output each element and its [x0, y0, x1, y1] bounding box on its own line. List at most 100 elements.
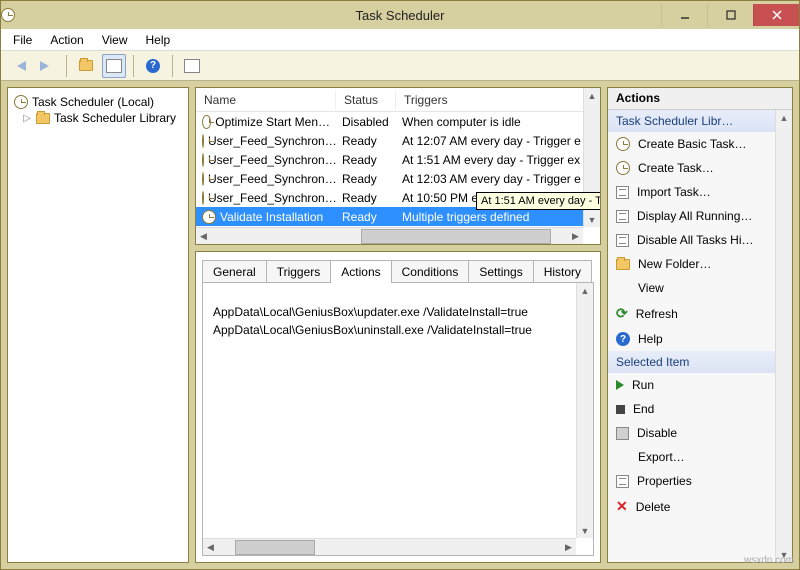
task-status: Ready [336, 172, 396, 186]
table-row[interactable]: User_Feed_Synchron…ReadyAt 12:07 AM ever… [196, 131, 600, 150]
actions-vscroll[interactable]: ▲ ▼ [775, 110, 792, 562]
scroll-right-icon[interactable]: ▶ [568, 229, 583, 244]
scroll-left-icon[interactable]: ◀ [196, 229, 211, 244]
app-window: Task Scheduler File Action View Help ? T… [0, 0, 800, 570]
action-delete[interactable]: ✕Delete [608, 493, 792, 520]
table-row[interactable]: Optimize Start Men…DisabledWhen computer… [196, 112, 600, 131]
tree-root[interactable]: Task Scheduler (Local) [12, 94, 184, 110]
scroll-left-icon[interactable]: ◀ [203, 540, 218, 555]
tab-conditions[interactable]: Conditions [391, 260, 470, 283]
action-refresh[interactable]: ⟳Refresh [608, 300, 792, 327]
tab-history[interactable]: History [533, 260, 592, 283]
menu-view[interactable]: View [94, 31, 136, 49]
history-icon [616, 234, 629, 247]
up-button[interactable] [74, 54, 98, 78]
task-icon [202, 115, 211, 129]
scroll-up-icon[interactable]: ▲ [777, 110, 792, 125]
menubar: File Action View Help [1, 29, 799, 51]
pane-icon [106, 59, 122, 73]
actions-section-selected[interactable]: Selected Item [608, 351, 792, 373]
actions-section-library[interactable]: Task Scheduler Libr… [608, 110, 792, 132]
action-create-basic-task[interactable]: Create Basic Task… [608, 132, 792, 156]
task-status: Ready [336, 191, 396, 205]
toolbar-separator [172, 55, 173, 77]
disable-icon [616, 427, 629, 440]
task-status: Ready [336, 153, 396, 167]
hscroll-thumb[interactable] [361, 229, 551, 244]
tree-expand-icon[interactable]: ▷ [22, 113, 32, 124]
tree-library[interactable]: ▷ Task Scheduler Library [12, 110, 184, 126]
tab-settings[interactable]: Settings [468, 260, 533, 283]
app-icon [1, 8, 15, 22]
watermark: wsxdn.com [744, 555, 794, 566]
properties-icon [616, 475, 629, 488]
arrow-left-icon [12, 61, 26, 71]
titlebar: Task Scheduler [1, 1, 799, 29]
list-icon [616, 210, 629, 223]
scroll-down-icon[interactable]: ▼ [578, 523, 593, 538]
col-name[interactable]: Name [196, 91, 336, 109]
scroll-down-icon[interactable]: ▼ [585, 212, 600, 227]
detail-hscroll[interactable]: ◀ ▶ [203, 538, 576, 555]
refresh-icon: ⟳ [616, 305, 628, 322]
scroll-right-icon[interactable]: ▶ [561, 540, 576, 555]
tab-general[interactable]: General [202, 260, 267, 283]
action-new-folder[interactable]: New Folder… [608, 252, 792, 276]
action-properties[interactable]: Properties [608, 469, 792, 493]
action-end[interactable]: End [608, 397, 792, 421]
action-display-running[interactable]: Display All Running… [608, 204, 792, 228]
play-icon [616, 380, 624, 390]
actions-header: Actions [608, 88, 792, 110]
col-status[interactable]: Status [336, 91, 396, 109]
action-disable-history[interactable]: Disable All Tasks Hi… [608, 228, 792, 252]
table-row[interactable]: User_Feed_Synchron…ReadyAt 1:51 AM every… [196, 150, 600, 169]
action-line[interactable]: AppData\Local\GeniusBox\uninstall.exe /V… [213, 321, 583, 339]
arrow-right-icon [40, 61, 54, 71]
toolbar-separator [133, 55, 134, 77]
action-import-task[interactable]: Import Task… [608, 180, 792, 204]
show-actions-button[interactable] [102, 54, 126, 78]
action-export[interactable]: Export… [608, 445, 792, 469]
hscroll-thumb[interactable] [235, 540, 315, 555]
folder-icon [36, 113, 50, 124]
maximize-button[interactable] [707, 4, 753, 26]
menu-action[interactable]: Action [42, 31, 91, 49]
scroll-up-icon[interactable]: ▲ [578, 283, 593, 298]
action-create-task[interactable]: Create Task… [608, 156, 792, 180]
col-triggers[interactable]: Triggers [396, 91, 600, 109]
action-line[interactable]: AppData\Local\GeniusBox\updater.exe /Val… [213, 303, 583, 321]
task-icon [202, 134, 204, 148]
action-help[interactable]: ?Help [608, 327, 792, 351]
scheduler-icon [14, 95, 28, 109]
task-trigger: At 12:07 AM every day - Trigger e [396, 134, 600, 148]
help-button[interactable]: ? [141, 54, 165, 78]
nav-forward-button[interactable] [35, 54, 59, 78]
task-name: User_Feed_Synchron… [208, 134, 336, 148]
task-icon [202, 191, 204, 205]
menu-help[interactable]: Help [138, 31, 179, 49]
detail-vscroll[interactable]: ▲ ▼ [576, 283, 593, 538]
scroll-up-icon[interactable]: ▲ [585, 88, 600, 103]
action-view[interactable]: View▶ [608, 276, 792, 300]
tab-body: AppData\Local\GeniusBox\updater.exe /Val… [202, 282, 594, 556]
close-button[interactable] [753, 4, 799, 26]
task-trigger: When computer is idle [396, 115, 600, 129]
minimize-button[interactable] [661, 4, 707, 26]
table-row[interactable]: User_Feed_Synchron…ReadyAt 12:03 AM ever… [196, 169, 600, 188]
task-trigger: Multiple triggers defined [396, 210, 600, 224]
menu-file[interactable]: File [5, 31, 40, 49]
action-run[interactable]: Run [608, 373, 792, 397]
task-status: Ready [336, 210, 396, 224]
action-disable[interactable]: Disable [608, 421, 792, 445]
tab-triggers[interactable]: Triggers [266, 260, 332, 283]
tab-actions[interactable]: Actions [330, 260, 391, 283]
view-button[interactable] [180, 54, 204, 78]
stop-icon [616, 405, 625, 414]
detail-pane: General Triggers Actions Conditions Sett… [195, 251, 601, 563]
task-name: Optimize Start Men… [215, 115, 330, 129]
import-icon [616, 186, 629, 199]
task-name: User_Feed_Synchron… [208, 153, 336, 167]
hscrollbar[interactable]: ◀ ▶ [196, 227, 583, 244]
nav-back-button[interactable] [7, 54, 31, 78]
toolbar: ? [1, 51, 799, 81]
